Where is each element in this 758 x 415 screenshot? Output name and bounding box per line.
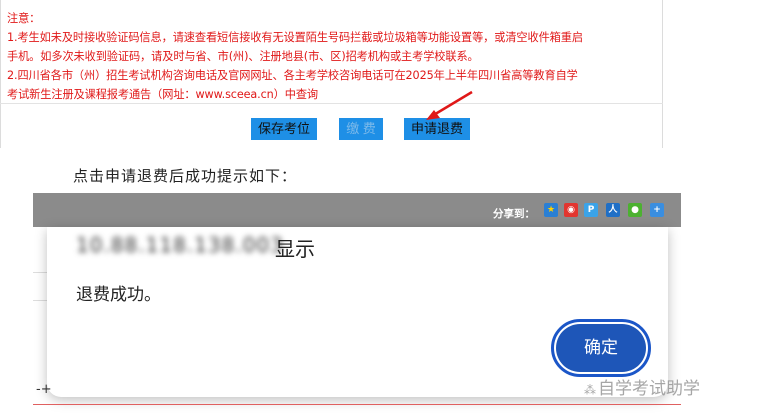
notice-line: 手机。如多次未收到验证码，请及时与省、市(州)、注册地县(市、区)招考机构或主考… — [7, 50, 479, 63]
qzone-icon[interactable]: ★ — [544, 203, 558, 217]
more-icon[interactable]: + — [650, 203, 664, 217]
dialog-title: 显示 — [275, 237, 315, 261]
dialog-message: 退费成功。 — [76, 285, 161, 305]
save-seat-button[interactable]: 保存考位 — [251, 118, 317, 140]
dialog-host-address: 10.88.118.138.003 — [76, 233, 284, 257]
watermark: ⁂ 自学考试助学 — [584, 374, 700, 399]
renren-icon[interactable]: 人 — [606, 203, 620, 217]
red-divider — [33, 404, 681, 405]
watermark-logo-icon: ⁂ — [584, 383, 596, 397]
notice-line: 2.四川省各市（州）招生考试机构咨询电话及官网网址、各主考学校咨询电话可在202… — [7, 69, 578, 82]
notice-line: 1.考生如未及时接收验证码信息，请速查看短信接收有无设置陌生号码拦截或垃圾箱等功… — [7, 31, 583, 44]
watermark-text: 自学考试助学 — [598, 379, 700, 399]
notice-heading: 注意： — [7, 12, 41, 25]
background-line — [33, 272, 47, 273]
notice-line: 考试新生注册及课程报考通告（网址：www.sceea.cn）中查询 — [7, 88, 319, 101]
pengyou-icon[interactable]: P — [584, 203, 598, 217]
page-fragment: -+ — [36, 382, 52, 397]
panel-border-right — [662, 0, 663, 148]
share-label: 分享到： — [493, 208, 535, 220]
weibo-icon[interactable]: ◉ — [564, 203, 578, 217]
panel-border-left — [0, 0, 1, 148]
wechat-icon[interactable]: ● — [628, 203, 642, 217]
red-arrow-icon — [426, 90, 473, 120]
notice-text: 注意： 1.考生如未及时接收验证码信息，请速查看短信接收有无设置陌生号码拦截或垃… — [7, 9, 659, 104]
instruction-caption: 点击申请退费后成功提示如下： — [73, 167, 298, 185]
ok-button[interactable]: 确定 — [556, 324, 646, 372]
background-line — [33, 300, 47, 301]
notice-panel: 注意： 1.考生如未及时接收验证码信息，请速查看短信接收有无设置陌生号码拦截或垃… — [0, 0, 663, 148]
pay-button[interactable]: 缴 费 — [339, 118, 383, 140]
